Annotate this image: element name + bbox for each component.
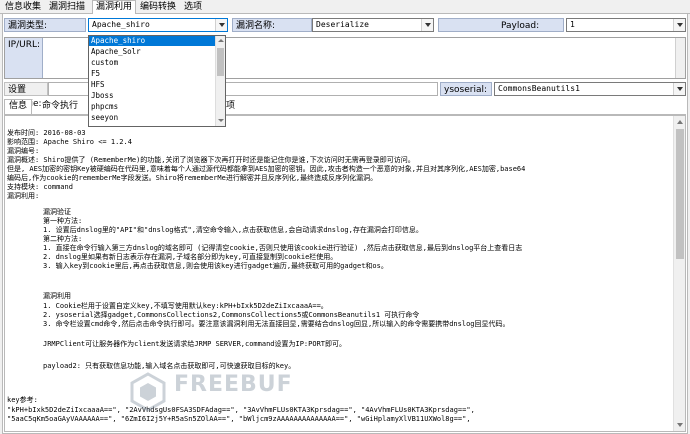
info-line: 第一种方法: [43, 217, 83, 225]
cookie-label: 设置Cookie: [4, 82, 48, 109]
dropdown-option[interactable]: Jboss [89, 91, 217, 101]
dropdown-option[interactable]: seeyon [89, 113, 217, 123]
vuln-name-label: 漏洞名称: [232, 18, 312, 32]
vuln-name-select[interactable]: Deserialize [312, 18, 434, 32]
info-line: 但是, AES加密的密钥Key被硬编码在代码里,意味着每个人通过源代码都能拿到A… [7, 165, 526, 173]
vuln-type-dropdown-list[interactable]: Apache_shiro Apache_Solr custom F5 HFS J… [88, 35, 226, 127]
content-scrollbar[interactable] [673, 116, 685, 431]
payload-label: Payload: [438, 18, 564, 32]
dropdown-option[interactable]: Apache_shiro [89, 36, 217, 46]
dropdown-option[interactable]: HFS [89, 80, 217, 90]
tab-encode-convert[interactable]: 编码转换 [137, 1, 179, 14]
info-line: 1. Cookie栏用于设置自定义key,不填写使用默认key:kPH+bIxk… [43, 302, 328, 310]
info-line: 支持模块: command [7, 183, 73, 191]
info-line: 发布时间: 2016-08-03 [7, 129, 86, 137]
ysoserial-label: ysoserial: [440, 82, 492, 96]
vuln-type-select[interactable]: Apache_shiro [88, 18, 228, 32]
chevron-down-icon[interactable] [421, 19, 433, 31]
scroll-down-icon[interactable] [216, 116, 226, 126]
info-line: 漏洞概述: Shiro提供了 (RememberMe)的功能,关闭了浏览器下次再… [7, 156, 415, 164]
info-line: 2. ysoserial选择gadget,CommonsCollections2… [43, 311, 420, 319]
app-window: 信息收集 漏洞扫描 漏洞利用 编码转换 选项 漏洞类型: Apache_shir… [0, 0, 690, 434]
ysoserial-value: CommonsBeanutils1 [498, 84, 580, 93]
vuln-type-label: 漏洞类型: [4, 18, 86, 32]
info-line: 1. 设置后dnslog里的"API"和"dnslog格式",清空命令输入,点击… [43, 226, 423, 234]
section-title: 漏洞利用 [43, 292, 71, 300]
info-line: 3. 输入key到cookie里后,再点击获取信息,则会使用该key进行gadg… [43, 262, 388, 270]
info-line: 1. 直接在命令行输入第三方dnslog的域名即可 (记得清空cookie,否则… [43, 244, 523, 252]
scroll-thumb[interactable] [676, 129, 684, 259]
tab-vuln-scan[interactable]: 漏洞扫描 [46, 1, 88, 14]
scroll-up-icon[interactable] [674, 116, 685, 128]
info-line: payload2: 只有获取信息功能,输入域名点击获取即可,可快速获取目标的ke… [43, 362, 296, 370]
tab-command-exec[interactable]: 命令执行 [38, 100, 82, 114]
dropdown-option[interactable]: phpcms [89, 102, 217, 112]
dropdown-option[interactable]: custom [89, 58, 217, 68]
dropdown-scrollbar[interactable] [215, 36, 225, 126]
scroll-up-icon[interactable] [216, 36, 226, 46]
watermark-text: FREEBUF [174, 372, 293, 397]
info-line: 2. dnslog里如果有新日志表示存在漏洞,子域名部分即为key,可直接复制到… [43, 253, 338, 261]
payload-value: 1 [570, 20, 575, 29]
dropdown-option[interactable]: Apache_Solr [89, 47, 217, 57]
info-text-area[interactable]: 发布时间: 2016-08-03 影响范围: Apache Shiro <= 1… [4, 115, 686, 432]
keys-title: key参考: [7, 396, 38, 404]
freebuf-logo-icon [130, 372, 166, 412]
tab-info[interactable]: 信息 [4, 99, 33, 115]
info-line: 漏洞编号: [7, 147, 40, 155]
info-line: 漏洞利用: [7, 192, 40, 200]
vuln-name-value: Deserialize [316, 20, 369, 29]
dropdown-option[interactable]: F5 [89, 69, 217, 79]
scroll-down-icon[interactable] [674, 419, 685, 431]
dropdown-scroll-thumb[interactable] [217, 48, 224, 76]
info-line: 3. 命令栏设置cmd命令,然后点击命令执行即可。要注意该漏洞利用无法直接回显,… [43, 320, 510, 328]
vuln-type-value: Apache_shiro [92, 20, 150, 29]
ip-url-label: IP/URL: [5, 38, 43, 78]
chevron-down-icon[interactable] [215, 19, 227, 31]
ysoserial-select[interactable]: CommonsBeanutils1 [494, 82, 686, 96]
info-line: 影响范围: Apache Shiro <= 1.2.4 [7, 138, 132, 146]
chevron-down-icon[interactable] [673, 19, 685, 31]
tab-info-collect[interactable]: 信息收集 [2, 1, 44, 14]
info-line: JRMPClient可让服务器作为client发送请求给JRMP SERVER,… [43, 340, 347, 348]
freebuf-watermark-logo: FREEBUF [128, 372, 292, 414]
main-tabbar: 信息收集 漏洞扫描 漏洞利用 编码转换 选项 [0, 0, 690, 15]
info-line: 第二种方法: [43, 235, 83, 243]
info-line: 编码后,作为cookie的rememberMe字段发送。Shiro将rememb… [7, 174, 378, 182]
ip-url-scrollbar[interactable] [675, 38, 685, 78]
key-line: "5aaC5qKm5oaGAyVAAAAAA==", "6ZmI6I2j5Y+R… [7, 415, 471, 423]
chevron-down-icon[interactable] [673, 83, 685, 95]
tab-vuln-exploit[interactable]: 漏洞利用 [92, 0, 137, 15]
tab-options[interactable]: 选项 [181, 1, 205, 14]
section-title: 漏洞验证 [43, 208, 71, 216]
key-line: "kPH+bIxk5D2deZiIxcaaaA==", "2AvVhdsgUs0… [7, 406, 475, 414]
payload-select[interactable]: 1 [566, 18, 686, 32]
